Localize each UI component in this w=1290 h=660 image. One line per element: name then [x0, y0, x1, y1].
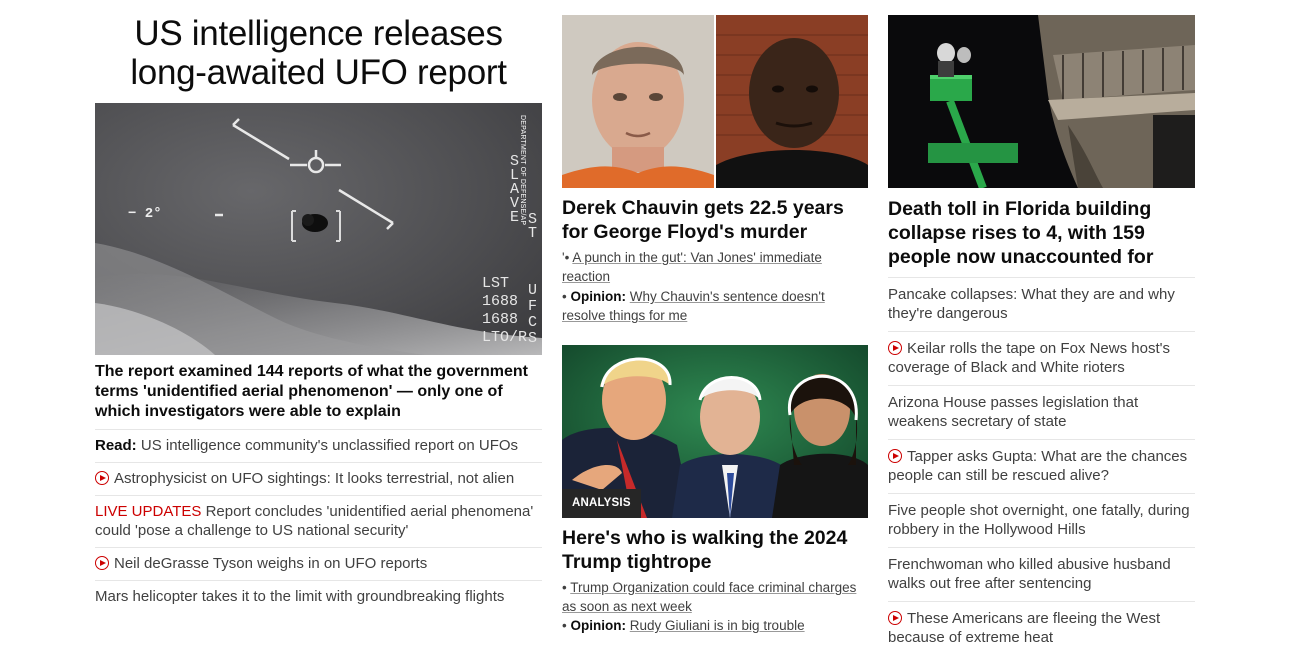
florida-collapse-headline[interactable]: Death toll in Florida building collapse …: [888, 197, 1195, 269]
list-item[interactable]: • Opinion: Why Chauvin's sentence doesn'…: [562, 287, 868, 325]
image-credit: DEPARTMENT OF DEFENSE/AP: [519, 115, 526, 226]
link-text[interactable]: Trump Organization could face criminal c…: [562, 580, 856, 614]
list-item[interactable]: Pancake collapses: What they are and why…: [888, 277, 1195, 331]
bullet: '•: [562, 250, 570, 265]
florida-related-links: Pancake collapses: What they are and why…: [888, 277, 1195, 655]
link-text[interactable]: Tapper asks Gupta: What are the chances …: [888, 448, 1187, 484]
chauvin-headline[interactable]: Derek Chauvin gets 22.5 years for George…: [562, 196, 868, 244]
link-text[interactable]: Neil deGrasse Tyson weighs in on UFO rep…: [114, 555, 427, 572]
list-item[interactable]: Neil deGrasse Tyson weighs in on UFO rep…: [95, 547, 542, 580]
hud-lst-text: LST 1688 1688 LTO/R: [482, 275, 527, 347]
bullet: •: [562, 618, 567, 633]
hud-ufcs-text: UFCS: [528, 282, 538, 347]
hud-lto: LTO/R: [482, 329, 528, 346]
link-text[interactable]: Rudy Giuliani is in big trouble: [630, 618, 805, 633]
bullet: •: [562, 289, 567, 304]
play-video-icon: [888, 611, 902, 625]
link-text[interactable]: Five people shot overnight, one fatally,…: [888, 502, 1190, 538]
trump-related-links: • Trump Organization could face criminal…: [562, 578, 868, 635]
link-text[interactable]: Pancake collapses: What they are and why…: [888, 286, 1175, 322]
bullet: •: [562, 580, 567, 595]
middle-column: Derek Chauvin gets 22.5 years for George…: [562, 15, 868, 635]
list-item[interactable]: • Trump Organization could face criminal…: [562, 578, 868, 616]
link-text[interactable]: US intelligence community's unclassified…: [141, 437, 518, 454]
building-collapse-image[interactable]: [888, 15, 1195, 188]
list-item[interactable]: Tapper asks Gupta: What are the chances …: [888, 439, 1195, 493]
list-item[interactable]: '• A punch in the gut': Van Jones' immed…: [562, 248, 868, 286]
hud-angle-text: − 2°: [128, 206, 162, 222]
hud-1688-a: 1688: [482, 293, 519, 310]
play-video-icon: [888, 449, 902, 463]
right-column: Death toll in Florida building collapse …: [888, 15, 1195, 655]
hud-1688-b: 1688: [482, 311, 519, 328]
list-item[interactable]: • Opinion: Rudy Giuliani is in big troub…: [562, 616, 868, 635]
list-item[interactable]: Keilar rolls the tape on Fox News host's…: [888, 331, 1195, 385]
link-text[interactable]: Mars helicopter takes it to the limit wi…: [95, 588, 504, 605]
play-video-icon: [95, 556, 109, 570]
list-item[interactable]: Mars helicopter takes it to the limit wi…: [95, 580, 542, 613]
link-text[interactable]: Keilar rolls the tape on Fox News host's…: [888, 340, 1170, 376]
chauvin-floyd-image[interactable]: [562, 15, 868, 188]
link-text[interactable]: Astrophysicist on UFO sightings: It look…: [114, 470, 514, 487]
play-video-icon: [95, 471, 109, 485]
analysis-badge: ANALYSIS: [562, 489, 641, 518]
hud-lst: LST: [482, 275, 510, 292]
list-item[interactable]: Astrophysicist on UFO sightings: It look…: [95, 462, 542, 495]
lead-related-links: Read: US intelligence community's unclas…: [95, 429, 542, 613]
lead-headline[interactable]: US intelligence releases long-awaited UF…: [95, 14, 542, 92]
play-video-icon: [888, 341, 902, 355]
trump-pence-haley-image[interactable]: ANALYSIS: [562, 345, 868, 518]
live-updates-label: LIVE UPDATES: [95, 503, 202, 520]
trump-tightrope-headline[interactable]: Here's who is walking the 2024 Trump tig…: [562, 526, 868, 574]
hud-st-text: ST: [528, 211, 538, 242]
link-text[interactable]: Arizona House passes legislation that we…: [888, 394, 1138, 430]
chauvin-related-links: '• A punch in the gut': Van Jones' immed…: [562, 248, 868, 325]
link-text[interactable]: These Americans are fleeing the West bec…: [888, 610, 1160, 646]
lead-description[interactable]: The report examined 144 reports of what …: [95, 362, 542, 422]
ufo-video-still-image[interactable]: − 2° SLAVE ST DEPARTMENT OF DEFENSE/AP L…: [95, 103, 542, 355]
opinion-prefix: Opinion:: [570, 289, 626, 304]
lead-story: US intelligence releases long-awaited UF…: [95, 14, 542, 613]
list-item[interactable]: Read: US intelligence community's unclas…: [95, 429, 542, 462]
list-item[interactable]: These Americans are fleeing the West bec…: [888, 601, 1195, 655]
read-prefix: Read:: [95, 437, 137, 454]
list-item[interactable]: Five people shot overnight, one fatally,…: [888, 493, 1195, 547]
list-item[interactable]: Arizona House passes legislation that we…: [888, 385, 1195, 439]
list-item[interactable]: Frenchwoman who killed abusive husband w…: [888, 547, 1195, 601]
link-text[interactable]: A punch in the gut': Van Jones' immediat…: [562, 250, 822, 284]
opinion-prefix: Opinion:: [570, 618, 626, 633]
list-item[interactable]: LIVE UPDATES Report concludes 'unidentif…: [95, 495, 542, 547]
link-text[interactable]: Frenchwoman who killed abusive husband w…: [888, 556, 1171, 592]
